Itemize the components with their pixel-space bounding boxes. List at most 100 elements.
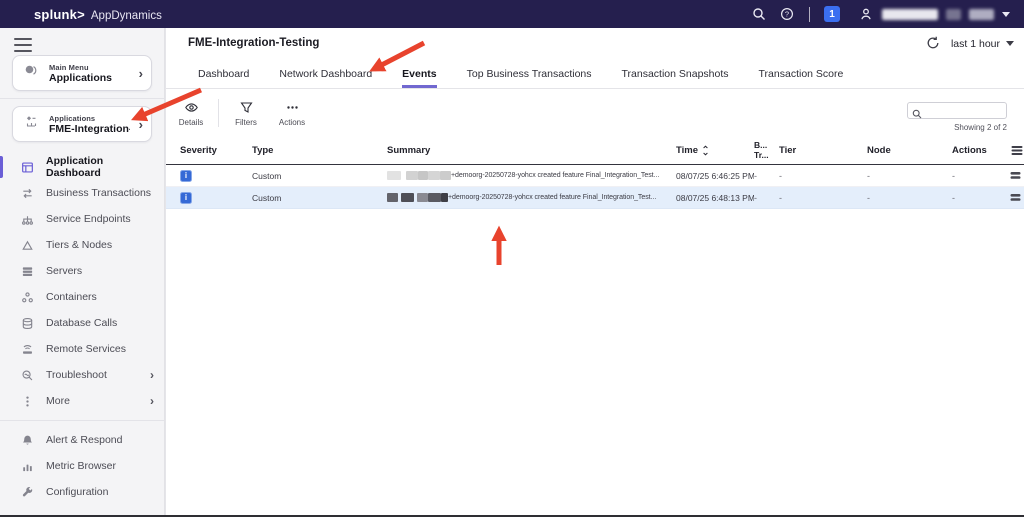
containers-icon <box>20 290 34 304</box>
tab-dashboard[interactable]: Dashboard <box>198 68 249 88</box>
sidebar-item-configuration[interactable]: Configuration <box>0 479 164 505</box>
actions-button[interactable]: Actions <box>269 100 315 127</box>
topbar: splunk> AppDynamics ? 1 <box>0 0 1024 28</box>
tier-cell: - <box>779 171 867 181</box>
wrench-icon <box>20 485 34 499</box>
menu-toggle-icon[interactable] <box>14 38 32 52</box>
sidebar-item-troubleshoot[interactable]: Troubleshoot › <box>0 362 164 388</box>
time-controls: last 1 hour <box>925 35 1014 52</box>
info-severity-icon: i <box>180 192 192 204</box>
topbar-actions: ? 1 <box>751 6 1011 22</box>
sidebar-item-remote-services[interactable]: Remote Services <box>0 336 164 362</box>
sidebar-card-divider <box>0 98 164 99</box>
info-severity-icon: i <box>180 170 192 182</box>
sidebar-item-service-endpoints[interactable]: Service Endpoints <box>0 206 164 232</box>
redacted-account <box>946 9 961 20</box>
sidebar-item-tiers-nodes[interactable]: Tiers & Nodes <box>0 232 164 258</box>
summary-cell: +demoorg-20250728-yohcx created feature … <box>387 171 676 180</box>
ellipsis-icon <box>285 100 300 115</box>
toolbar-divider <box>218 99 219 127</box>
events-search[interactable] <box>907 102 1007 119</box>
details-button[interactable]: Details <box>168 100 214 127</box>
filter-icon <box>239 100 254 115</box>
table-row[interactable]: i Custom +demoorg-20250728-yohcx created… <box>166 187 1024 209</box>
help-icon[interactable]: ? <box>779 6 795 22</box>
chevron-right-icon: › <box>150 394 154 408</box>
tab-bar: Dashboard Network Dashboard Events Top B… <box>166 62 1024 89</box>
sidebar-item-servers[interactable]: Servers <box>0 258 164 284</box>
transactions-icon <box>20 186 34 200</box>
application-card-label: Applications <box>49 114 130 123</box>
page-title: FME-Integration-Testing <box>188 37 319 49</box>
sidebar-item-label: Servers <box>46 265 82 277</box>
main-menu-card-value: Applications <box>49 72 130 84</box>
main-menu-icon <box>23 62 40 84</box>
sidebar-item-label: Containers <box>46 291 97 303</box>
search-icon[interactable] <box>751 6 767 22</box>
sidebar-item-metric-browser[interactable]: Metric Browser <box>0 453 164 479</box>
node-cell: - <box>867 171 952 181</box>
sidebar-item-label: Metric Browser <box>46 460 116 472</box>
tab-transaction-snapshots[interactable]: Transaction Snapshots <box>622 68 729 88</box>
column-header-summary: Summary <box>387 145 676 156</box>
chevron-down-icon <box>1002 12 1010 17</box>
dashboard-icon <box>20 160 34 174</box>
search-icon <box>912 106 922 116</box>
sidebar-item-alert-respond[interactable]: Alert & Respond <box>0 427 164 453</box>
column-header-time[interactable]: Time <box>676 145 754 156</box>
search-input[interactable] <box>925 106 1002 116</box>
bar-chart-icon <box>20 459 34 473</box>
application-card-icon <box>23 113 40 135</box>
type-cell: Custom <box>252 171 387 181</box>
events-table: Severity Type Summary Time B... Tr... Ti… <box>166 137 1024 209</box>
main-content: FME-Integration-Testing last 1 hour Dash… <box>165 28 1024 515</box>
sidebar-item-label: Application Dashboard <box>46 155 154 179</box>
redacted-text <box>428 171 440 180</box>
sidebar-item-label: Service Endpoints <box>46 213 131 225</box>
remote-services-icon <box>20 342 34 356</box>
sidebar-nav-divider <box>0 420 164 421</box>
more-icon <box>20 394 34 408</box>
sidebar-item-label: Remote Services <box>46 343 126 355</box>
tier-cell: - <box>779 193 867 203</box>
tab-transaction-score[interactable]: Transaction Score <box>759 68 844 88</box>
column-header-severity: Severity <box>180 145 252 156</box>
user-menu[interactable] <box>858 6 1010 22</box>
refresh-icon[interactable] <box>925 35 942 52</box>
sort-icon <box>701 145 710 156</box>
redacted-text <box>406 171 418 180</box>
sidebar-item-business-transactions[interactable]: Business Transactions <box>0 180 164 206</box>
tab-network-dashboard[interactable]: Network Dashboard <box>279 68 372 88</box>
sidebar-item-containers[interactable]: Containers <box>0 284 164 310</box>
tab-top-business-transactions[interactable]: Top Business Transactions <box>467 68 592 88</box>
column-header-business-transaction: B... Tr... <box>754 141 779 161</box>
time-range-selector[interactable]: last 1 hour <box>951 38 1014 50</box>
sidebar-item-label: Configuration <box>46 486 108 498</box>
filters-button[interactable]: Filters <box>223 100 269 127</box>
column-settings-icon[interactable] <box>1011 145 1023 156</box>
row-menu-icon[interactable] <box>1010 193 1021 202</box>
application-card[interactable]: Applications FME-Integration-Te... › <box>12 106 152 142</box>
column-header-node: Node <box>867 145 952 156</box>
sidebar-item-more[interactable]: More › <box>0 388 164 414</box>
endpoints-icon <box>20 212 34 226</box>
notification-badge[interactable]: 1 <box>824 6 840 22</box>
time-cell: 08/07/25 6:48:13 PM <box>676 193 754 203</box>
redacted-text <box>418 171 428 180</box>
details-label: Details <box>179 118 203 127</box>
column-header-actions: Actions <box>952 145 994 156</box>
sidebar-item-application-dashboard[interactable]: Application Dashboard <box>0 154 164 180</box>
showing-count: Showing 2 of 2 <box>954 123 1007 132</box>
time-cell: 08/07/25 6:46:25 PM <box>676 171 754 181</box>
actions-cell: - <box>952 193 994 203</box>
sidebar-item-database-calls[interactable]: Database Calls <box>0 310 164 336</box>
redacted-text <box>428 193 441 202</box>
row-menu-icon[interactable] <box>1010 171 1021 180</box>
brand-splunk: splunk> <box>34 7 85 22</box>
user-icon <box>858 6 874 22</box>
business-transaction-cell: - <box>754 171 779 181</box>
main-menu-card[interactable]: Main Menu Applications › <box>12 55 152 91</box>
table-row[interactable]: i Custom +demoorg-20250728-yohcx created… <box>166 165 1024 187</box>
tab-events[interactable]: Events <box>402 68 436 88</box>
sidebar-nav: Application Dashboard Business Transacti… <box>0 154 164 505</box>
